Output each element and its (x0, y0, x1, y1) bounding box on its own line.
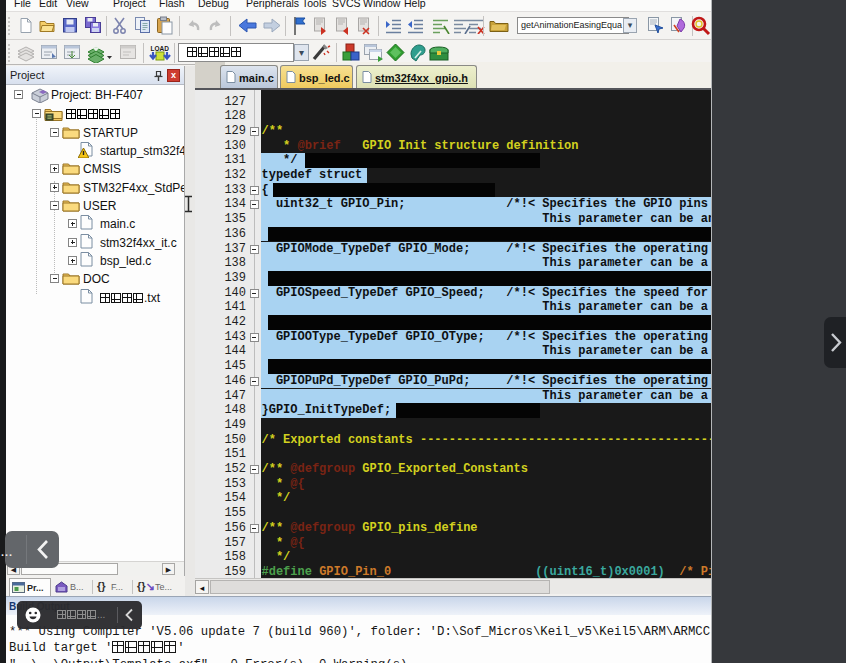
svg-text:LOAD: LOAD (151, 45, 170, 52)
